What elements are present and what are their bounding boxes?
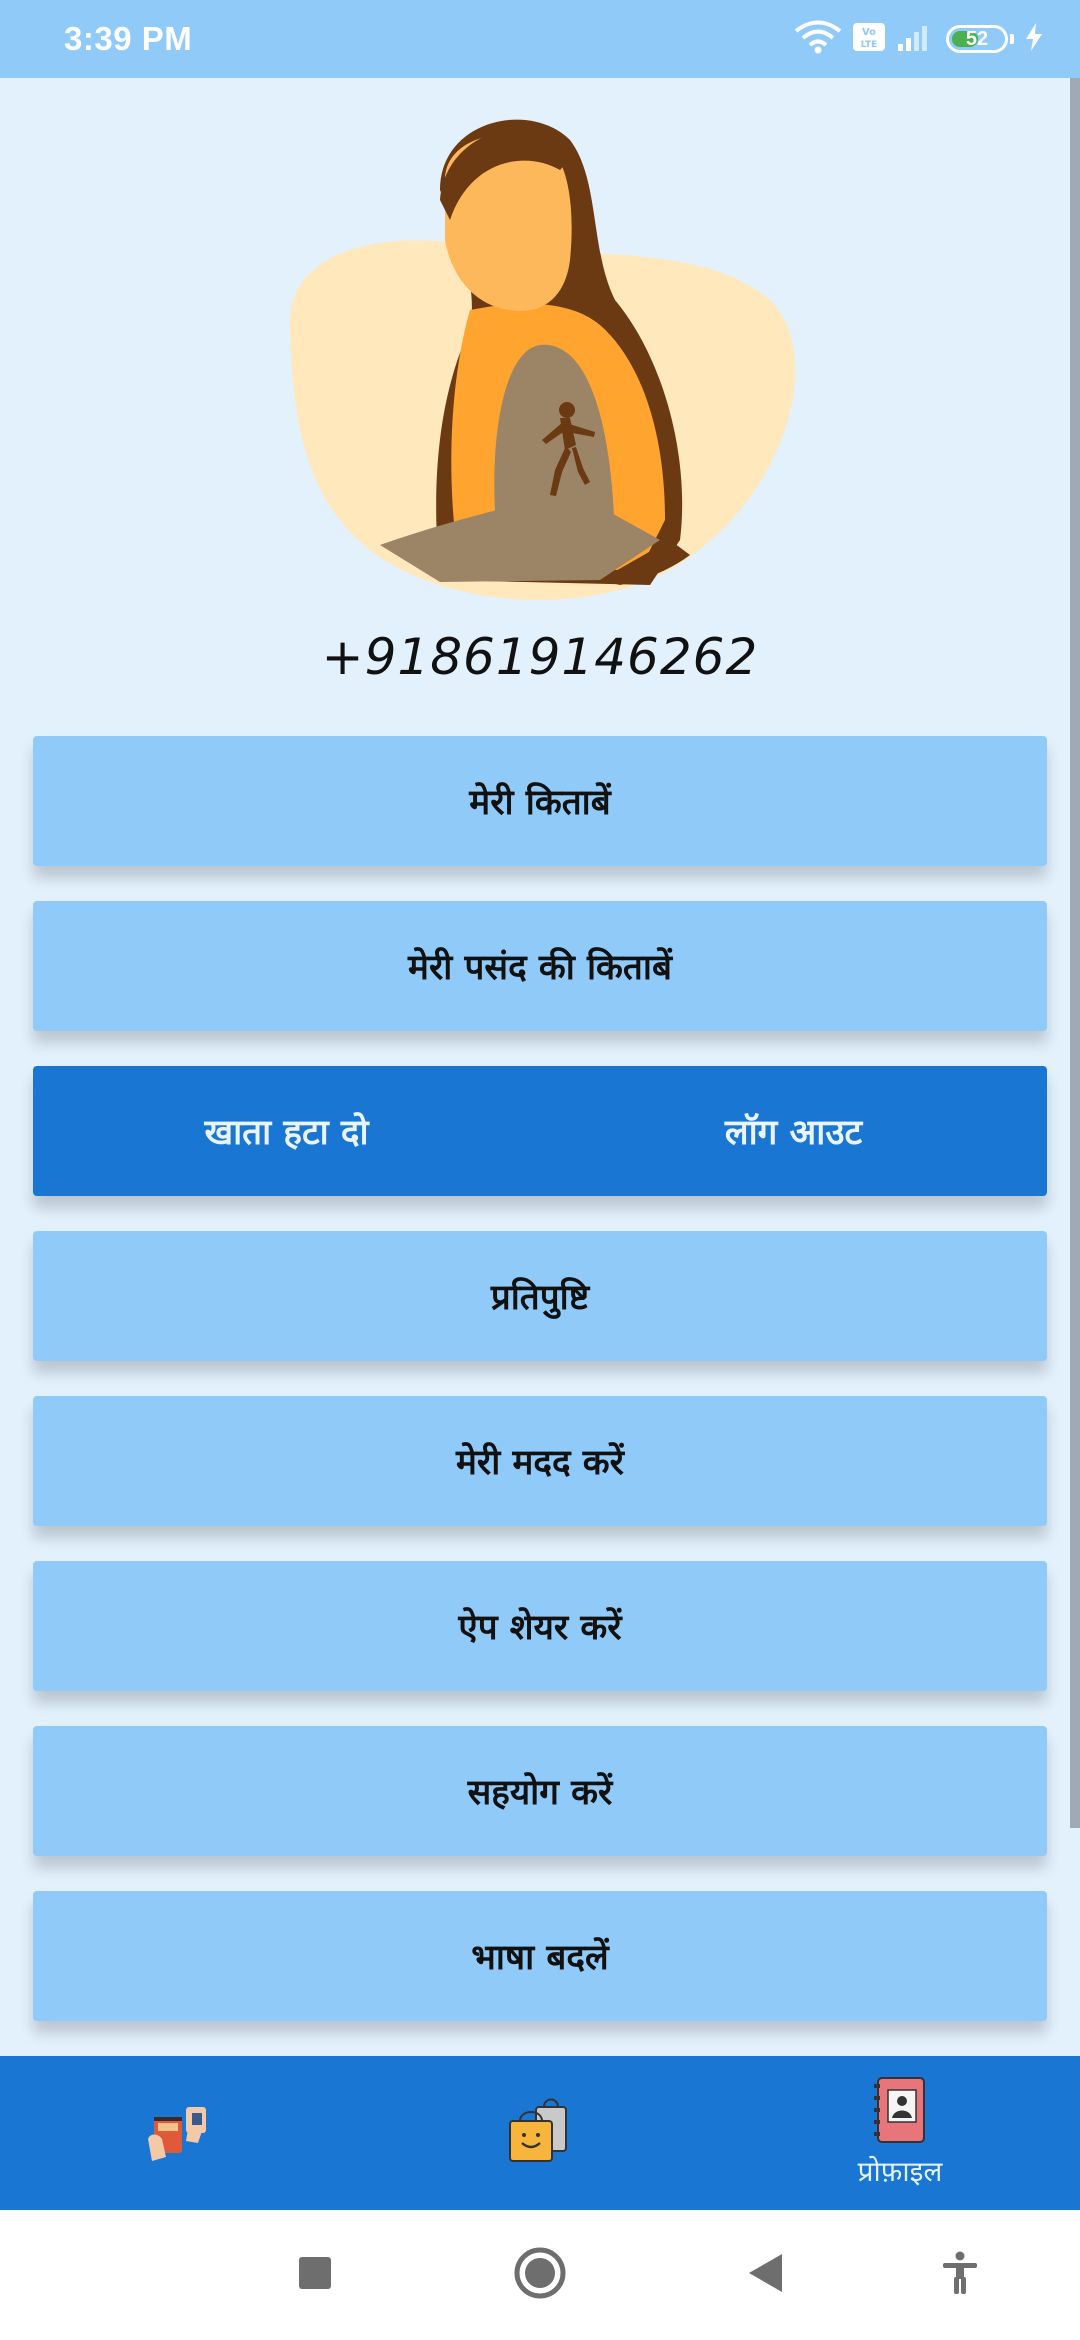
change-language-button[interactable]: भाषा बदलें (33, 1891, 1047, 2021)
favorite-books-button[interactable]: मेरी पसंद की किताबें (33, 901, 1047, 1031)
accessibility-icon (940, 2251, 980, 2299)
profile-book-icon (870, 2076, 930, 2150)
profile-illustration (270, 100, 810, 610)
help-button[interactable]: मेरी मदद करें (33, 1396, 1047, 1526)
shopping-bag-icon (502, 2093, 578, 2173)
wifi-icon (794, 20, 842, 58)
battery-icon: 52 (946, 25, 1014, 53)
nav-item-shop[interactable] (480, 2056, 600, 2210)
back-button[interactable] (735, 2210, 795, 2340)
home-circle-icon (513, 2246, 567, 2304)
phone-number: +918619146262 (321, 628, 759, 686)
status-bar: 3:39 PM Vo LTE 52 (0, 0, 1080, 78)
account-actions-row: खाता हटा दो लॉग आउट (33, 1066, 1047, 1196)
nav-item-profile[interactable]: प्रोफ़ाइल (830, 2056, 970, 2210)
svg-text:Vo: Vo (862, 27, 876, 38)
svg-text:LTE: LTE (861, 40, 878, 50)
delete-account-button[interactable]: खाता हटा दो (33, 1066, 540, 1196)
accessibility-button[interactable] (930, 2210, 990, 2340)
home-button[interactable] (510, 2210, 570, 2340)
status-time: 3:39 PM (64, 20, 193, 57)
share-app-button[interactable]: ऐप शेयर करें (33, 1561, 1047, 1691)
square-icon (298, 2256, 332, 2294)
support-button[interactable]: सहयोग करें (33, 1726, 1047, 1856)
system-navigation-bar (0, 2210, 1080, 2340)
book-exchange-icon (144, 2095, 216, 2171)
back-triangle-icon (746, 2252, 784, 2298)
nav-item-exchange[interactable] (120, 2056, 240, 2210)
logout-button[interactable]: लॉग आउट (540, 1066, 1047, 1196)
my-books-button[interactable]: मेरी किताबें (33, 736, 1047, 866)
recents-button[interactable] (285, 2210, 345, 2340)
feedback-button[interactable]: प्रतिपुष्टि (33, 1231, 1047, 1361)
nav-label-profile: प्रोफ़ाइल (857, 2155, 943, 2188)
volte-icon: Vo LTE (852, 22, 886, 56)
signal-icon (896, 22, 936, 56)
battery-percent: 52 (965, 27, 989, 50)
scroll-indicator[interactable] (1070, 78, 1080, 1828)
bottom-navigation: प्रोफ़ाइल (0, 2056, 1080, 2210)
status-icons: Vo LTE 52 (794, 0, 1044, 78)
charging-icon (1024, 22, 1044, 56)
